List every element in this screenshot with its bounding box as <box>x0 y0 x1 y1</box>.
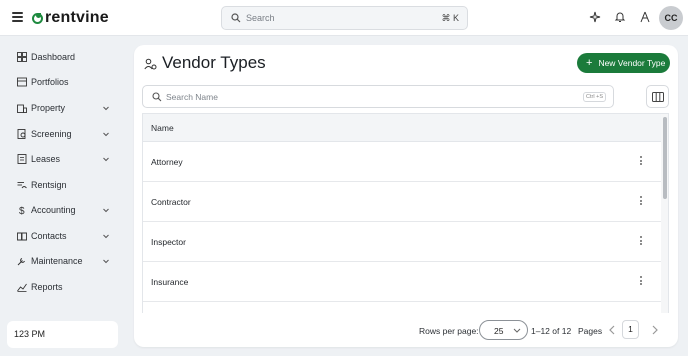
vendor-type-name: Insurance <box>151 277 189 287</box>
rentvine-logo[interactable]: rentvine <box>32 9 109 27</box>
sidebar-item-leases[interactable]: Leases <box>0 148 126 170</box>
search-icon <box>152 92 162 102</box>
logo-text: rentvine <box>45 9 109 26</box>
search-name-shortcut: Ctrl +S <box>583 92 606 102</box>
sidebar-item-accounting[interactable]: $ Accounting <box>0 199 126 221</box>
table-header: Name <box>143 114 661 142</box>
table-row[interactable] <box>143 302 661 313</box>
columns-toggle-button[interactable] <box>646 85 669 108</box>
wrench-icon <box>17 258 25 266</box>
sidebar-item-label: Dashboard <box>31 52 76 62</box>
bell-icon[interactable] <box>614 11 626 23</box>
sidebar-item-rentsign[interactable]: Rentsign <box>0 174 126 196</box>
sidebar-item-label: Maintenance <box>31 256 83 266</box>
vendor-type-name: Inspector <box>151 237 186 247</box>
table-pagination: Rows per page: 25 1–12 of 12 Pages 1 <box>134 313 678 347</box>
more-options-icon[interactable] <box>638 276 644 287</box>
sidebar-item-label: Leases <box>31 154 61 164</box>
sidebar-item-label: Accounting <box>31 205 76 215</box>
table-row[interactable]: Contractor <box>143 182 661 222</box>
rows-per-page-select[interactable]: 25 <box>479 320 528 340</box>
pages-label: Pages <box>578 326 603 336</box>
chevron-down-icon <box>513 328 521 333</box>
sidebar-item-property[interactable]: Property <box>0 97 126 119</box>
sidebar-item-reports[interactable]: Reports <box>0 276 126 298</box>
book-icon <box>17 232 27 241</box>
sidebar-item-dashboard[interactable]: Dashboard <box>0 46 126 68</box>
page-button-current[interactable]: 1 <box>622 320 639 339</box>
vendor-type-name: Attorney <box>151 157 183 167</box>
sparkle-icon[interactable] <box>589 11 601 23</box>
chevron-down-icon <box>103 208 109 213</box>
chart-icon <box>17 283 27 292</box>
lease-icon <box>17 154 27 164</box>
chevron-down-icon <box>103 157 109 162</box>
sidebar-item-label: Portfolios <box>31 77 69 87</box>
logo-mark-icon <box>32 12 43 24</box>
table-scrollbar[interactable] <box>661 114 668 313</box>
sidebar-item-label: Reports <box>31 282 63 292</box>
sidebar-item-label: Contacts <box>31 231 67 241</box>
column-header-name[interactable]: Name <box>151 123 174 133</box>
search-name-input[interactable] <box>166 90 586 104</box>
screening-icon <box>17 129 26 139</box>
plus-icon: + <box>586 56 593 69</box>
chevron-down-icon <box>103 259 109 264</box>
sidebar: Dashboard Portfolios Property Screening … <box>0 37 126 356</box>
signature-icon <box>17 182 27 189</box>
vendor-types-table: Name Attorney Contractor Inspector Insur… <box>142 113 669 313</box>
sidebar-item-screening[interactable]: Screening <box>0 123 126 145</box>
search-shortcut: ⌘ K <box>441 13 459 23</box>
pagination-range: 1–12 of 12 <box>531 326 572 336</box>
vendor-types-panel: Vendor Types + New Vendor Type Ctrl +S N… <box>134 45 678 347</box>
dollar-icon: $ <box>19 206 25 215</box>
time-widget: 123 PM <box>7 321 118 348</box>
chevron-down-icon <box>103 106 109 111</box>
chevron-left-icon[interactable] <box>608 325 616 335</box>
sidebar-item-label: Screening <box>31 129 72 139</box>
vendor-types-icon <box>144 58 157 70</box>
new-vendor-type-label: New Vendor Type <box>598 58 666 68</box>
more-options-icon[interactable] <box>638 196 644 207</box>
more-options-icon[interactable] <box>638 236 644 247</box>
dashboard-icon <box>17 52 27 62</box>
search-name-field[interactable]: Ctrl +S <box>142 85 614 108</box>
page-title: Vendor Types <box>162 53 266 72</box>
rows-per-page-value: 25 <box>494 326 504 336</box>
scrollbar-thumb[interactable] <box>663 117 667 199</box>
global-search-placeholder: Search <box>246 13 275 23</box>
chevron-down-icon <box>103 234 109 239</box>
top-bar: rentvine Search ⌘ K CC <box>0 0 688 36</box>
global-search-input[interactable]: Search ⌘ K <box>221 6 468 30</box>
building-icon <box>17 104 27 113</box>
vendor-type-name: Contractor <box>151 197 191 207</box>
avatar[interactable]: CC <box>659 6 683 30</box>
chevron-down-icon <box>103 132 109 137</box>
columns-icon <box>652 92 664 102</box>
sidebar-item-maintenance[interactable]: Maintenance <box>0 250 126 272</box>
rows-per-page-label: Rows per page: <box>419 326 479 336</box>
table-row[interactable]: Inspector <box>143 222 661 262</box>
hamburger-menu-icon[interactable] <box>12 12 23 22</box>
sidebar-item-portfolios[interactable]: Portfolios <box>0 71 126 93</box>
svg-text:$: $ <box>19 206 25 215</box>
sidebar-item-label: Rentsign <box>31 180 67 190</box>
portfolios-icon <box>17 77 27 87</box>
sidebar-item-contacts[interactable]: Contacts <box>0 225 126 247</box>
search-icon <box>231 13 241 23</box>
table-row[interactable]: Attorney <box>143 142 661 182</box>
chevron-right-icon[interactable] <box>651 325 659 335</box>
user-icon[interactable] <box>639 11 651 23</box>
sidebar-item-label: Property <box>31 103 66 113</box>
table-row[interactable]: Insurance <box>143 262 661 302</box>
new-vendor-type-button[interactable]: + New Vendor Type <box>577 53 670 73</box>
more-options-icon[interactable] <box>638 156 644 167</box>
